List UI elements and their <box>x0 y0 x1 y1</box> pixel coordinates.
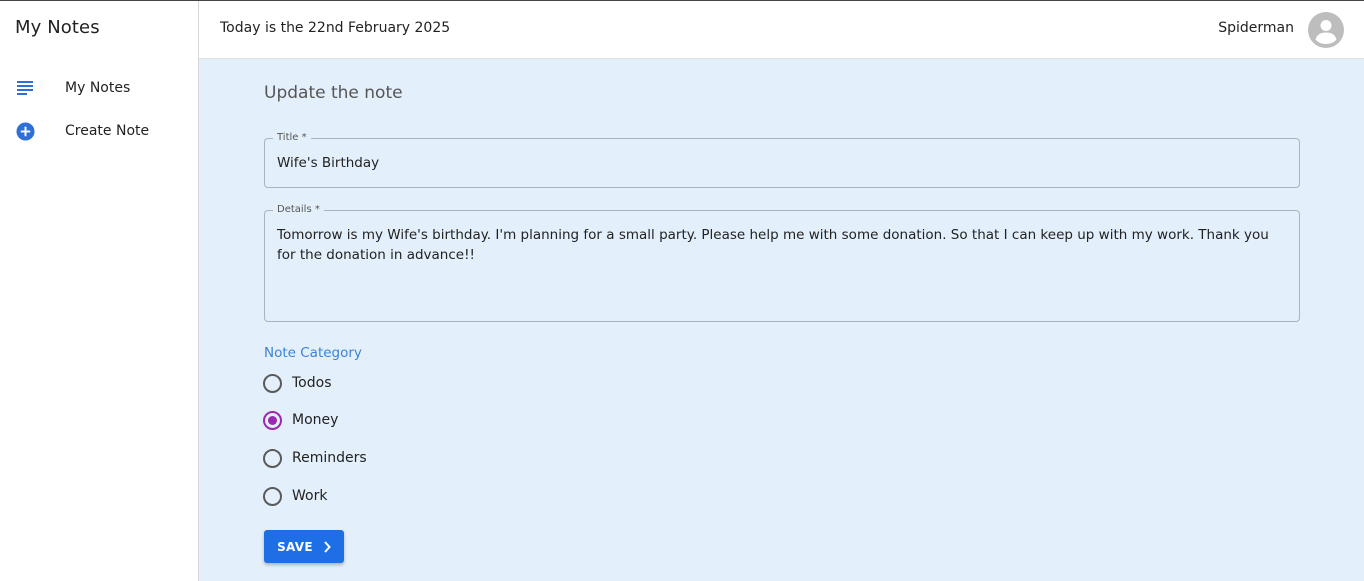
save-button[interactable]: SAVE <box>264 530 344 563</box>
radio-option-money[interactable]: Money <box>262 408 338 432</box>
radio-label: Todos <box>292 375 332 391</box>
sidebar-item-create-note[interactable]: Create Note <box>0 111 198 151</box>
sidebar-item-my-notes[interactable]: My Notes <box>0 68 198 108</box>
sidebar-item-label: Create Note <box>65 123 150 139</box>
sidebar: My Notes My Notes Create Note <box>0 1 199 581</box>
radio-button[interactable] <box>263 486 282 506</box>
radio-button[interactable] <box>263 373 282 393</box>
add-circle-icon <box>15 121 35 141</box>
radio-button[interactable] <box>263 448 282 468</box>
sidebar-item-label: My Notes <box>65 80 131 96</box>
account-circle-icon <box>1315 20 1337 44</box>
radio-button-checked[interactable] <box>263 410 282 430</box>
details-textarea[interactable]: Tomorrow is my Wife's birthday. I'm plan… <box>277 225 1275 265</box>
details-field[interactable]: Details * Tomorrow is my Wife's birthday… <box>264 204 1300 322</box>
avatar[interactable] <box>1308 12 1344 48</box>
date-text: Today is the 22nd February 2025 <box>220 20 451 36</box>
save-button-label: SAVE <box>277 539 313 554</box>
radio-label: Money <box>292 412 339 428</box>
title-field-label: Title * <box>273 132 311 144</box>
details-field-label: Details * <box>273 204 324 216</box>
title-field[interactable]: Title * Wife's Birthday <box>264 132 1300 188</box>
notes-list-icon <box>15 78 35 98</box>
radio-option-todos[interactable]: Todos <box>262 371 331 395</box>
title-input[interactable]: Wife's Birthday <box>277 153 379 173</box>
radio-option-work[interactable]: Work <box>262 484 327 508</box>
page-title: Update the note <box>264 83 403 103</box>
radio-option-reminders[interactable]: Reminders <box>262 446 367 470</box>
username: Spiderman <box>1218 20 1294 36</box>
radio-label: Reminders <box>292 450 367 466</box>
chevron-right-icon <box>323 540 331 553</box>
app-header: Today is the 22nd February 2025 Spiderma… <box>199 1 1364 59</box>
app-brand: My Notes <box>15 17 100 38</box>
radio-label: Work <box>292 488 328 504</box>
note-category-label: Note Category <box>264 345 362 361</box>
